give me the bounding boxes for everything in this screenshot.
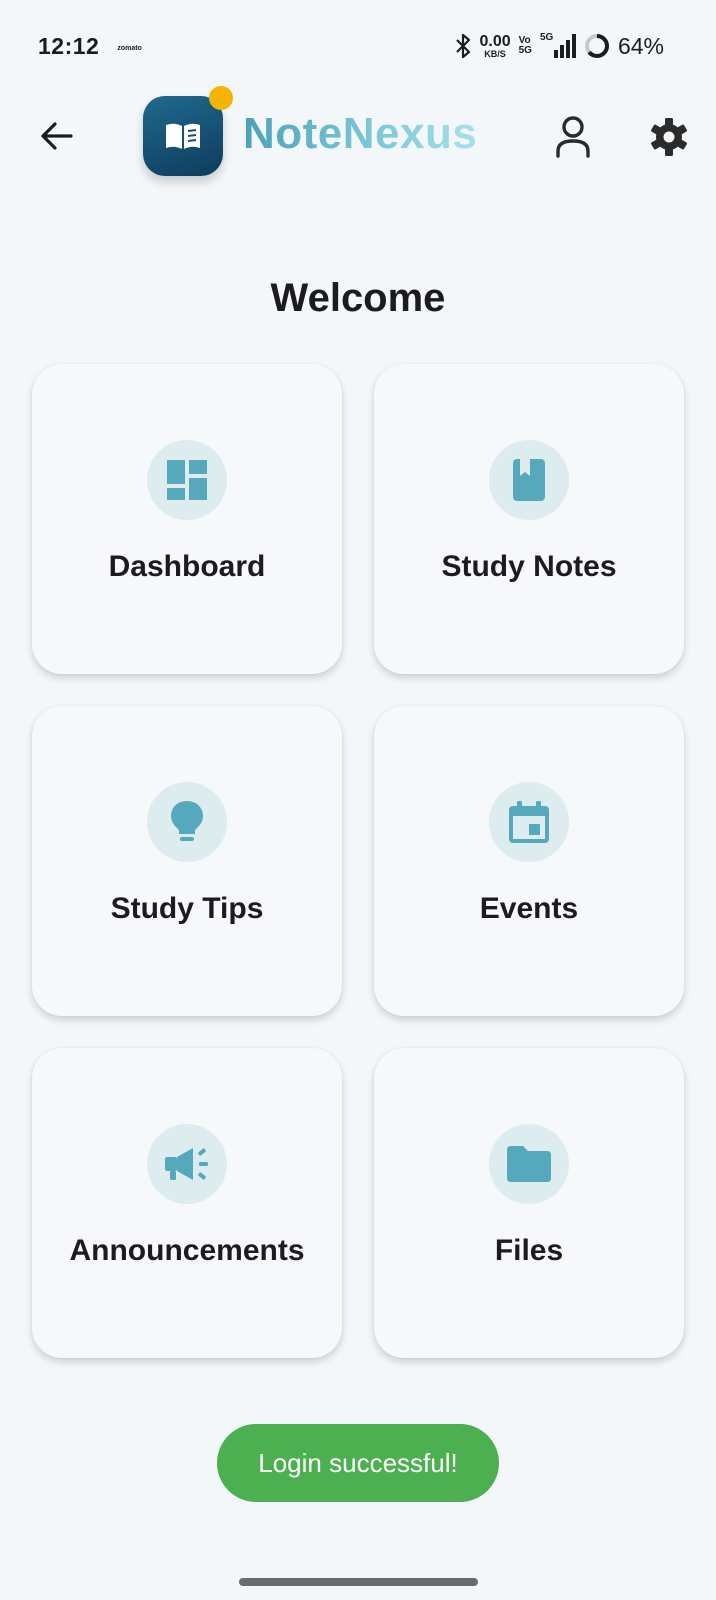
announcements-label: Announcements xyxy=(69,1234,305,1267)
files-card[interactable]: Files xyxy=(374,1048,684,1358)
bluetooth-icon xyxy=(456,33,471,59)
files-label: Files xyxy=(494,1234,564,1267)
login-success-toast: Login successful! xyxy=(217,1424,499,1502)
battery-ring-icon xyxy=(584,34,609,58)
app-header: NoteNexus xyxy=(0,86,716,180)
feature-grid: Dashboard Study Notes Study Tips Events … xyxy=(32,364,684,1358)
study-tips-icon-badge xyxy=(147,782,227,862)
status-bar: 12:12 zomato 0.00 KB/S Vo 5G 5G 64% xyxy=(0,0,716,92)
network-speed: 0.00 KB/S xyxy=(479,32,511,59)
network-speed-unit: KB/S xyxy=(484,48,506,59)
dashboard-icon xyxy=(167,460,207,500)
files-icon-badge xyxy=(489,1124,569,1204)
lightbulb-icon xyxy=(171,801,203,841)
study-tips-card[interactable]: Study Tips xyxy=(32,706,342,1016)
notification-app-icon: zomato xyxy=(117,44,142,52)
home-indicator[interactable] xyxy=(239,1578,478,1586)
page-title: Welcome xyxy=(270,276,446,320)
study-notes-card[interactable]: Study Notes xyxy=(374,364,684,674)
volte-bottom: 5G xyxy=(518,45,532,56)
dashboard-card[interactable]: Dashboard xyxy=(32,364,342,674)
app-name: NoteNexus xyxy=(243,109,478,158)
megaphone-icon xyxy=(165,1148,208,1180)
dashboard-label: Dashboard xyxy=(108,550,266,583)
study-notes-icon-badge xyxy=(489,440,569,520)
announcements-icon-badge xyxy=(147,1124,227,1204)
events-label: Events xyxy=(479,892,579,925)
dashboard-icon-badge xyxy=(147,440,227,520)
network-type: 5G xyxy=(539,32,554,43)
status-time: 12:12 xyxy=(38,32,100,59)
settings-button[interactable] xyxy=(644,112,694,162)
events-card[interactable]: Events xyxy=(374,706,684,1016)
person-outline-icon xyxy=(556,116,590,158)
network-speed-value: 0.00 xyxy=(479,32,511,50)
profile-button[interactable] xyxy=(548,112,598,162)
calendar-icon xyxy=(509,801,549,843)
open-book-icon xyxy=(166,123,200,149)
volte-indicator: Vo 5G xyxy=(518,35,532,57)
folder-icon xyxy=(507,1146,551,1182)
announcements-card[interactable]: Announcements xyxy=(32,1048,342,1358)
back-button[interactable] xyxy=(34,114,78,158)
events-icon-badge xyxy=(489,782,569,862)
study-notes-label: Study Notes xyxy=(441,550,617,583)
battery-percent: 64% xyxy=(617,32,664,59)
arrow-left-icon xyxy=(41,122,73,150)
gear-icon xyxy=(651,118,687,156)
notification-dot xyxy=(209,86,233,110)
book-icon xyxy=(513,459,545,501)
status-indicators: 0.00 KB/S Vo 5G 5G 64% xyxy=(455,28,664,64)
study-tips-label: Study Tips xyxy=(110,892,264,925)
app-logo xyxy=(143,96,223,176)
signal-strength-icon: 5G xyxy=(539,32,576,58)
